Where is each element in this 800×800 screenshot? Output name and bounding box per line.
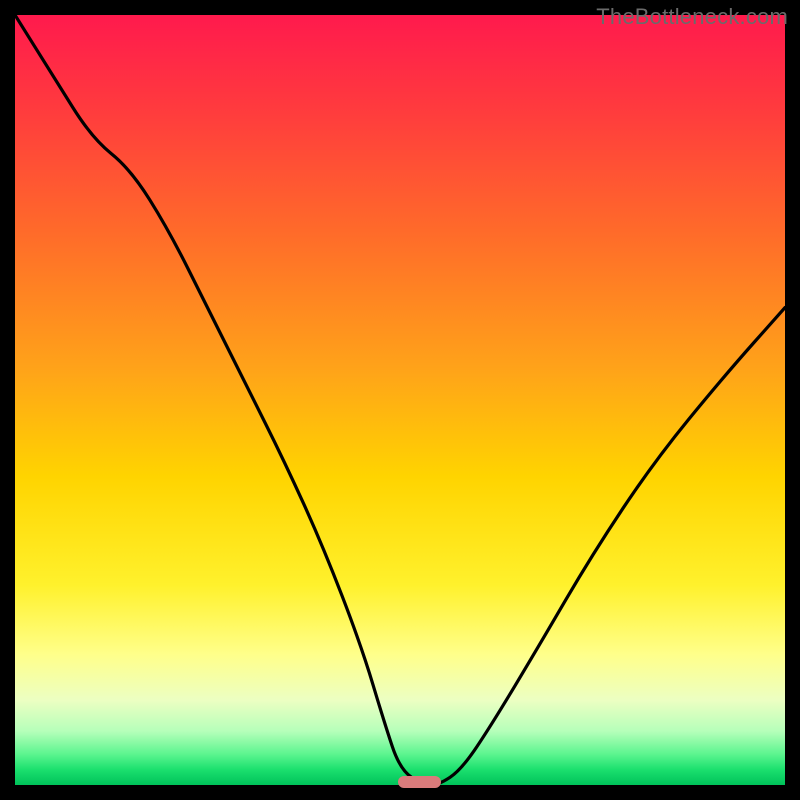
bottleneck-curve xyxy=(15,15,785,785)
watermark-text: TheBottleneck.com xyxy=(596,4,788,30)
plot-area xyxy=(15,15,785,785)
optimal-zone-marker xyxy=(398,776,441,788)
chart-frame: TheBottleneck.com xyxy=(0,0,800,800)
